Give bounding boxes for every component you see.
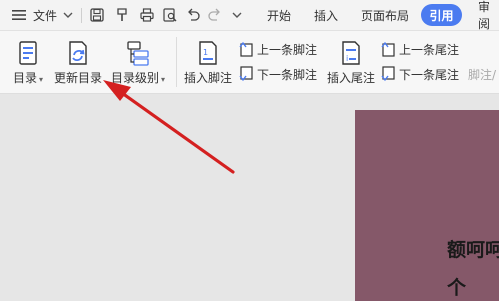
annotation-arrow: [103, 80, 235, 174]
